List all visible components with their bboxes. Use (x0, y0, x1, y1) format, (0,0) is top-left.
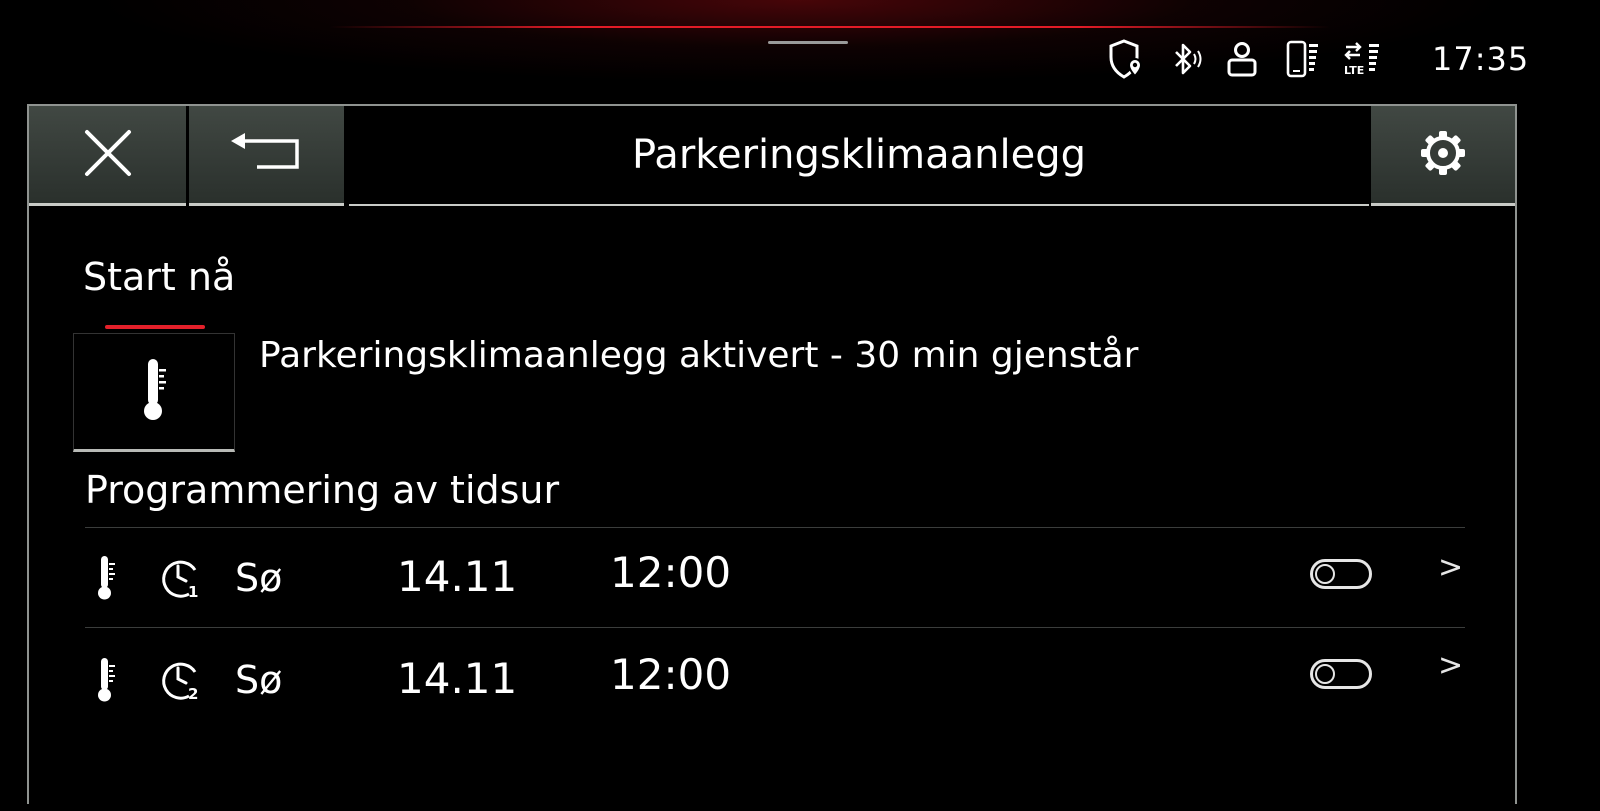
timer-time: 12:00 (610, 650, 732, 699)
phone-signal-icon (1282, 36, 1324, 82)
gear-icon (1418, 128, 1468, 182)
thermometer-icon (139, 355, 169, 429)
timer-toggle[interactable] (1310, 659, 1372, 689)
timer-toggle[interactable] (1310, 559, 1372, 589)
thermometer-icon (95, 656, 117, 708)
timer-row-1[interactable]: 1 Sø 14.11 12:00 > (85, 530, 1465, 625)
back-button[interactable] (189, 106, 344, 206)
timer-date: 14.11 (397, 654, 518, 703)
start-now-title: Start nå (83, 255, 236, 299)
timer-time: 12:00 (610, 548, 732, 597)
chevron-right-icon[interactable]: > (1438, 550, 1463, 585)
accent-line (330, 26, 1330, 28)
page-title: Parkeringsklimaanlegg (349, 106, 1369, 206)
status-clock: 17:35 (1432, 40, 1530, 78)
climate-status-message: Parkeringsklimaanlegg aktivert - 30 min … (259, 335, 1139, 376)
panel-header: Parkeringsklimaanlegg (29, 106, 1515, 206)
close-button[interactable] (29, 106, 186, 206)
thermometer-icon (95, 554, 117, 606)
divider (85, 627, 1465, 628)
pull-down-handle[interactable] (768, 41, 848, 44)
back-icon (227, 131, 307, 179)
chevron-right-icon[interactable]: > (1438, 648, 1463, 683)
toggle-knob (1315, 664, 1335, 684)
svg-text:LTE: LTE (1344, 64, 1364, 77)
settings-button[interactable] (1371, 106, 1515, 206)
bluetooth-icon (1166, 36, 1206, 82)
active-indicator (105, 325, 205, 329)
timer-number: 2 (188, 685, 199, 703)
timer-day: Sø (235, 556, 283, 600)
timer-row-2[interactable]: 2 Sø 14.11 12:00 > (85, 630, 1465, 725)
user-profile-icon (1224, 36, 1260, 82)
divider (85, 527, 1465, 528)
start-climate-button[interactable] (73, 333, 235, 452)
close-icon (81, 126, 135, 184)
toggle-knob (1315, 564, 1335, 584)
timer-programming-title: Programmering av tidsur (85, 468, 560, 512)
timer-number: 1 (188, 583, 199, 601)
timer-date: 14.11 (397, 552, 518, 601)
shield-location-icon (1106, 36, 1146, 82)
timer-day: Sø (235, 658, 283, 702)
lte-data-icon: LTE (1340, 36, 1386, 82)
